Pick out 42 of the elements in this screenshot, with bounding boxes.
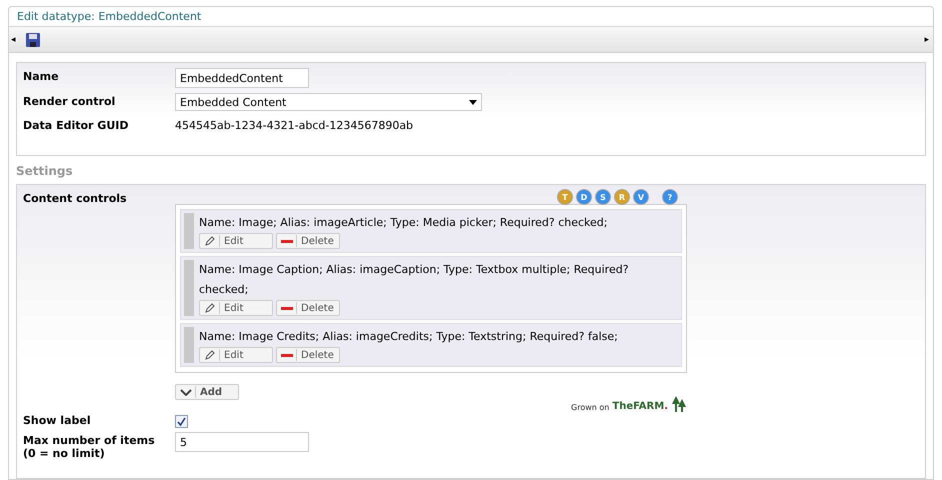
edit-button[interactable]: Edit bbox=[199, 233, 273, 249]
logo-dot: . bbox=[664, 401, 668, 412]
section-title: Settings bbox=[16, 164, 74, 178]
minus-icon bbox=[280, 240, 292, 242]
delete-button[interactable]: Delete bbox=[276, 300, 340, 316]
name-field[interactable]: EmbeddedContent bbox=[175, 68, 309, 88]
field-label: Content controls bbox=[23, 191, 128, 205]
edit-button[interactable]: Edit bbox=[199, 347, 273, 363]
delete-button[interactable]: Delete bbox=[276, 347, 340, 363]
control-description: Name: Image Credits; Alias: imageCredits; Type: Textstring; Required? false; bbox=[199, 329, 618, 345]
dropdown-arrow-icon bbox=[469, 100, 477, 104]
field-label: Data Editor GUID bbox=[23, 118, 130, 132]
field-label: Max number of items (0 = no limit) bbox=[23, 433, 156, 460]
field-label: Show label bbox=[23, 413, 92, 427]
minus-icon bbox=[280, 306, 292, 310]
minus-icon bbox=[280, 354, 292, 356]
max-items-field[interactable]: 5 bbox=[175, 432, 309, 452]
check-icon bbox=[177, 417, 186, 426]
field-label: Render control bbox=[23, 94, 116, 108]
scroll-right-button[interactable]: ▸ bbox=[924, 34, 929, 44]
delete-button[interactable]: Delete bbox=[276, 233, 340, 249]
logo-caption: Grown on bbox=[571, 403, 610, 412]
pencil-icon bbox=[204, 349, 216, 361]
window-title: Edit datatype: EmbeddedContent bbox=[17, 10, 202, 23]
trees-icon bbox=[671, 396, 687, 412]
pencil-icon bbox=[204, 235, 216, 247]
drag-handle[interactable] bbox=[184, 327, 194, 363]
logo-text: TheFARM bbox=[612, 401, 664, 412]
field-label: Name bbox=[23, 69, 60, 83]
pencil-icon bbox=[204, 302, 216, 314]
scroll-left-button[interactable]: ◂ bbox=[11, 34, 16, 44]
edit-button[interactable]: Edit bbox=[199, 300, 273, 316]
render-control-select[interactable]: Embedded Content bbox=[175, 93, 482, 111]
drag-handle[interactable] bbox=[184, 260, 194, 316]
show-label-checkbox[interactable] bbox=[175, 415, 188, 428]
add-button[interactable]: Add bbox=[175, 384, 239, 400]
save-icon[interactable] bbox=[26, 32, 40, 46]
control-description: Name: Image Caption; Alias: imageCaption; Type: Textbox multiple; Required? checked; bbox=[199, 262, 630, 298]
guid-value: 454545ab-1234-4321-abcd-1234567890ab bbox=[175, 118, 414, 132]
drag-handle[interactable] bbox=[184, 213, 194, 249]
control-description: Name: Image; Alias: imageArticle; Type: Media picker; Required? checked; bbox=[199, 215, 608, 231]
chevron-down-icon bbox=[180, 388, 192, 396]
